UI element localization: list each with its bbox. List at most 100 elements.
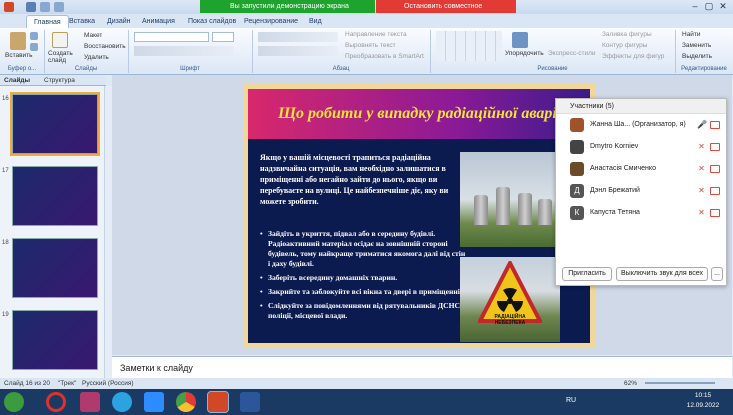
avatar [570,118,584,132]
participant-name: Dmytro Korniev [590,143,639,150]
redo-icon[interactable] [54,2,64,12]
participant-row[interactable]: Анастасія Смиченко ✕ [556,158,726,180]
replace-button[interactable]: Заменить [682,42,711,49]
word-task-icon[interactable] [240,392,260,412]
language-indicator[interactable]: Русский (Россия) [82,378,134,389]
paste-button[interactable]: Вставить [5,52,33,59]
bullet-item: Закрийте та заблокуйте всі вікна та двер… [260,287,468,297]
text-direction-button[interactable]: Направление текста [345,31,407,38]
avatar [570,162,584,176]
language-switch[interactable]: RU [566,397,576,404]
slide-thumbnail-19[interactable] [12,310,98,370]
copy-icon[interactable] [30,43,38,51]
microphone-muted-icon[interactable]: ✕ [697,208,706,217]
group-paragraph: Абзац [332,66,350,72]
opera-icon[interactable] [46,392,66,412]
more-options-button[interactable]: ... [711,267,723,281]
maximize-icon[interactable]: ▢ [702,1,716,12]
delete-button[interactable]: Удалить [84,54,109,61]
font-size-select[interactable] [212,32,234,42]
participant-row[interactable]: Dmytro Korniev ✕ [556,136,726,158]
tab-design[interactable]: Дизайн [100,15,138,28]
paste-icon[interactable] [10,32,26,50]
reset-button[interactable]: Восстановить [84,43,126,50]
find-button[interactable]: Найти [682,31,701,38]
zoom-app-icon[interactable] [144,392,164,412]
taskbar: RU 10:15 12.09.2022 [0,389,733,415]
arrange-button[interactable]: Упорядочить [505,50,544,57]
microphone-muted-icon[interactable]: ✕ [697,164,706,173]
slide-title: Що робити у випадку радіаційної аварії? [248,89,590,139]
layout-button[interactable]: Макет [84,32,102,39]
minimize-icon[interactable]: – [688,1,702,12]
paragraph-buttons[interactable] [258,32,338,42]
participant-row[interactable]: Д Дэнл Брежатий ✕ [556,180,726,202]
participants-header: Участники (5) [556,99,726,114]
group-drawing: Рисование [537,66,568,72]
bullet-item: Заберіть всередину домашніх тварин. [260,273,468,283]
slide-intro-text: Якщо у вашій місцевості трапиться радіац… [260,153,449,206]
arrange-icon[interactable] [512,32,528,48]
notes-pane[interactable]: Заметки к слайду [112,356,732,378]
camera-off-icon[interactable] [710,143,720,151]
slide-thumbnail-18[interactable] [12,238,98,298]
app-icon[interactable] [80,392,100,412]
new-slide-icon[interactable] [52,32,68,48]
slide-thumbnail-17[interactable] [12,166,98,226]
camera-off-icon[interactable] [710,187,720,195]
group-font: Шрифт [180,66,200,72]
new-slide-button[interactable]: Создать слайд [48,50,76,64]
shape-fill-button[interactable]: Заливка фигуры [602,31,652,38]
font-format-buttons[interactable] [134,46,234,56]
alignment-buttons[interactable] [258,46,338,56]
tab-slideshow[interactable]: Показ слайдов [181,15,243,28]
font-name-select[interactable] [134,32,209,42]
tab-slides-panel[interactable]: Слайды [4,77,30,84]
skype-icon[interactable] [112,392,132,412]
participants-panel: Участники (5) Жанна Ша... (Организатор, … [555,98,727,286]
tab-review[interactable]: Рецензирование [237,15,305,28]
tab-outline-panel[interactable]: Структура [44,77,75,84]
powerpoint-task-icon[interactable] [207,391,229,413]
participant-name: Капуста Тетяна [590,209,640,216]
microphone-muted-icon[interactable]: ✕ [697,186,706,195]
slides-panel: 16 17 18 19 [0,86,106,378]
camera-off-icon[interactable] [710,121,720,129]
start-icon[interactable] [4,392,24,412]
align-text-button[interactable]: Выровнять текст [345,42,396,49]
tab-animation[interactable]: Анимация [135,15,182,28]
panel-tabs: Слайды Структура [0,75,106,86]
participant-row[interactable]: К Капуста Тетяна ✕ [556,202,726,224]
smartart-button[interactable]: Преобразовать в SmartArt [345,53,424,60]
slide-thumbnail-16[interactable] [10,92,100,156]
stop-share-button[interactable]: Остановить совместное использование [376,0,516,23]
participant-row[interactable]: Жанна Ша... (Организатор, я) 🎤 [556,114,726,136]
shapes-gallery[interactable] [436,31,502,61]
shape-outline-button[interactable]: Контур фигуры [602,42,647,49]
chrome-icon[interactable] [176,392,196,412]
cut-icon[interactable] [30,32,38,40]
zoom-slider[interactable] [645,382,715,384]
tab-insert[interactable]: Вставка [62,15,102,28]
save-icon[interactable] [26,2,36,12]
quick-styles-button[interactable]: Экспресс-стили [548,50,596,57]
clock-time: 10:15 [694,392,712,399]
participants-title: Участники (5) [570,103,614,110]
slides-panel-scrollbar[interactable] [104,86,112,378]
camera-off-icon[interactable] [710,165,720,173]
microphone-icon[interactable]: 🎤 [697,120,707,129]
zoom-level[interactable]: 62% [624,378,637,389]
bullet-item: Слідкуйте за повідомленнями від рятуваль… [260,301,468,321]
tab-view[interactable]: Вид [302,15,329,28]
current-slide[interactable]: Що робити у випадку радіаційної аварії? … [243,84,595,348]
mute-all-button[interactable]: Выключить звук для всех [616,267,708,281]
shape-effects-button[interactable]: Эффекты для фигур [602,53,664,60]
power-plant-photo [460,152,560,247]
undo-icon[interactable] [40,2,50,12]
invite-button[interactable]: Пригласить [562,267,612,281]
select-button[interactable]: Выделить [682,53,712,60]
camera-off-icon[interactable] [710,209,720,217]
ribbon-tabs: Главная Вставка Дизайн Анимация Показ сл… [0,14,733,28]
microphone-muted-icon[interactable]: ✕ [697,142,706,151]
close-icon[interactable]: ✕ [716,1,730,12]
